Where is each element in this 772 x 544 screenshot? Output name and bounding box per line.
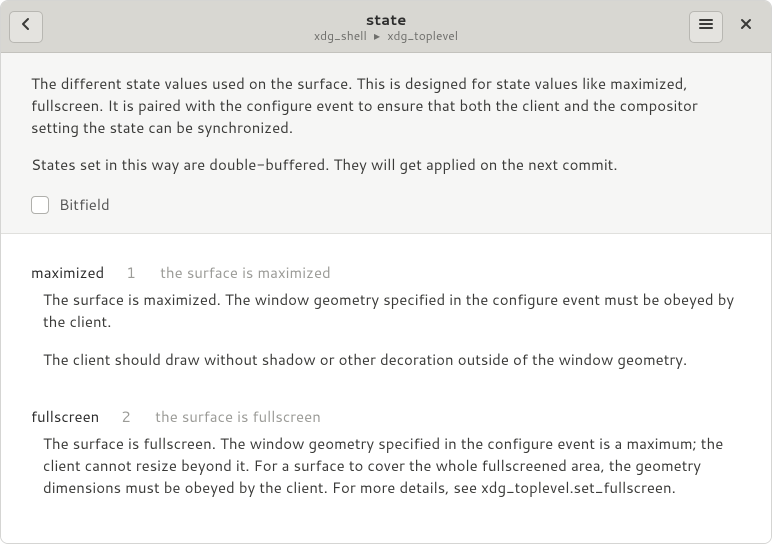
enum-entry-summary: the surface is maximized xyxy=(160,262,330,283)
bitfield-checkbox[interactable] xyxy=(31,196,49,214)
breadcrumb-sep-icon: ▸ xyxy=(374,27,380,44)
enum-entries: maximized 1 the surface is maximized The… xyxy=(1,234,771,543)
bitfield-label: Bitfield xyxy=(59,194,110,215)
enum-entry-value: 2 xyxy=(121,406,133,427)
hamburger-icon xyxy=(698,16,714,37)
enum-entry-description: The surface is maximized. The window geo… xyxy=(43,289,741,370)
app-window: state xdg_shell ▸ xdg_toplevel The diffe… xyxy=(0,0,772,544)
intro-paragraph-2: States set in this way are double-buffer… xyxy=(31,154,741,176)
enum-entry-desc-p1: The surface is fullscreen. The window ge… xyxy=(43,433,741,498)
enum-entry: maximized 1 the surface is maximized The… xyxy=(31,242,741,370)
breadcrumb: xdg_shell ▸ xdg_toplevel xyxy=(1,29,771,43)
enum-entry-summary: the surface is fullscreen xyxy=(155,406,321,427)
menu-button[interactable] xyxy=(689,11,723,43)
close-button[interactable] xyxy=(729,11,763,43)
intro-paragraph-1: The different state values used on the s… xyxy=(31,73,741,138)
enum-entry: fullscreen 2 the surface is fullscreen T… xyxy=(31,386,741,498)
breadcrumb-part-1: xdg_toplevel xyxy=(387,27,458,44)
enum-entry-name: fullscreen xyxy=(31,406,99,427)
enum-entry-value: 1 xyxy=(126,262,138,283)
back-button[interactable] xyxy=(9,11,43,43)
breadcrumb-part-0: xdg_shell xyxy=(314,27,367,44)
enum-entry-name: maximized xyxy=(31,262,104,283)
enum-entry-description: The surface is fullscreen. The window ge… xyxy=(43,433,741,498)
page-title: state xyxy=(1,11,771,29)
enum-entry-desc-p2: The client should draw without shadow or… xyxy=(43,349,741,371)
intro-section: The different state values used on the s… xyxy=(1,53,771,234)
header-bar: state xdg_shell ▸ xdg_toplevel xyxy=(1,1,771,53)
content-scroll[interactable]: The different state values used on the s… xyxy=(1,53,771,543)
close-icon xyxy=(738,16,754,37)
enum-entry-desc-p1: The surface is maximized. The window geo… xyxy=(43,289,741,333)
chevron-left-icon xyxy=(18,16,34,37)
